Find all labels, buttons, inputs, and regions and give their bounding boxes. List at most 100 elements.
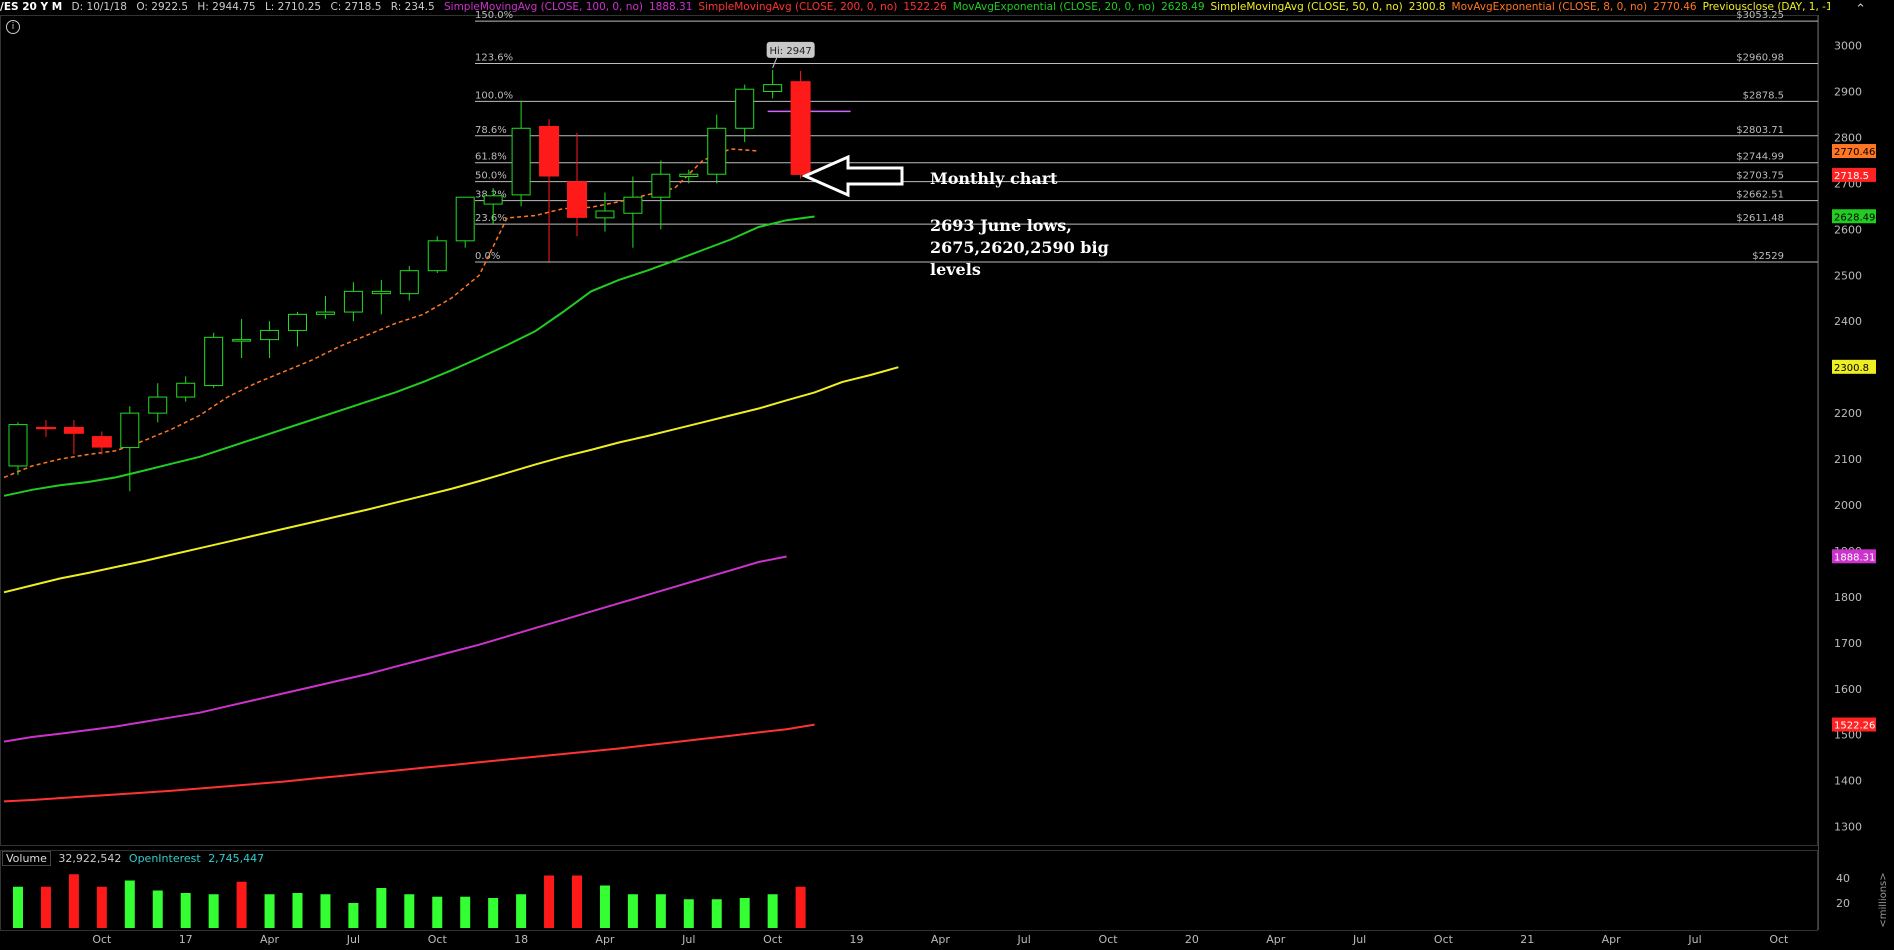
volume-bar — [13, 886, 23, 928]
volume-bar — [236, 881, 247, 928]
candle-body — [8, 424, 28, 467]
x-tick-label: 19 — [850, 933, 864, 946]
volume-bar — [711, 899, 722, 928]
volume-bar — [152, 890, 163, 928]
x-tick-label: Oct — [1769, 933, 1789, 946]
volume-bar — [432, 896, 443, 928]
price-panel-frame — [0, 15, 1818, 846]
candle-body — [288, 313, 307, 331]
y-tick-label: 2000 — [1834, 499, 1862, 512]
volume-label: Volume — [2, 851, 51, 866]
candle-body — [623, 196, 643, 214]
fib-percent-label: 61.8% — [475, 152, 507, 163]
candle-body — [651, 173, 671, 198]
y-tick-label: 1400 — [1834, 775, 1862, 788]
y-tick-label: 1300 — [1834, 821, 1862, 834]
x-tick-label: Apr — [595, 933, 615, 946]
volume-bar — [683, 899, 694, 928]
fib-price-label: $2744.99 — [1736, 152, 1784, 163]
volume-bar — [544, 875, 555, 928]
open-interest-label: OpenInterest — [128, 852, 201, 865]
candle-body — [371, 290, 391, 295]
fib-percent-label: 123.6% — [475, 52, 513, 63]
fib-percent-label: 150.0% — [475, 10, 513, 21]
y-tick-label: 1700 — [1834, 637, 1862, 650]
volume-bar — [96, 886, 107, 928]
price-tag-label: 2628.49 — [1834, 212, 1875, 223]
fib-percent-label: 78.6% — [475, 125, 507, 136]
volume-bar — [68, 874, 79, 928]
high-label: Hi: 2947 — [770, 46, 812, 57]
volume-bar — [655, 894, 666, 928]
x-tick-label: Apr — [260, 933, 280, 946]
y-tick-label: 3000 — [1834, 40, 1862, 53]
candle-body — [735, 88, 755, 129]
volume-bar — [627, 894, 638, 928]
candle-body — [91, 436, 112, 448]
candle-body — [343, 290, 363, 313]
y-tick-label: 2900 — [1834, 86, 1862, 99]
candle-body — [176, 382, 196, 398]
y-tick-label: 2800 — [1834, 131, 1862, 144]
price-tag-label: 1888.31 — [1834, 552, 1875, 563]
volume-bar — [599, 885, 610, 928]
fib-price-label: $2960.98 — [1736, 52, 1784, 63]
fib-price-label: $2878.5 — [1743, 90, 1784, 101]
volume-bar — [739, 898, 750, 928]
y-tick-label: 2100 — [1834, 453, 1862, 466]
x-tick-label: Apr — [1602, 933, 1622, 946]
x-tick-label: Jul — [346, 933, 360, 946]
x-tick-label: 20 — [1185, 933, 1199, 946]
fib-price-label: $2611.48 — [1736, 213, 1784, 224]
candle-body — [35, 426, 56, 430]
candle-body — [595, 210, 615, 219]
fib-price-label: $2662.51 — [1736, 190, 1784, 201]
moving-average-line — [3, 366, 899, 594]
x-tick-label: Jul — [1017, 933, 1031, 946]
price-tag-label: 2770.46 — [1834, 147, 1875, 158]
volume-unit-label: <millions> — [1878, 872, 1889, 927]
high-label-pointer — [772, 57, 778, 69]
levels-annotation-line: 2693 June lows, — [930, 216, 1072, 235]
candle-body — [120, 412, 140, 449]
fib-price-label: $2529 — [1752, 251, 1784, 262]
fib-percent-label: 50.0% — [475, 171, 507, 182]
candle-body — [483, 195, 503, 205]
x-tick-label: Oct — [763, 933, 783, 946]
y-tick-label: 1600 — [1834, 683, 1862, 696]
volume-bar — [795, 886, 806, 928]
x-tick-label: Jul — [1687, 933, 1701, 946]
volume-header: Volume 32,922,542 OpenInterest 2,745,447 — [2, 851, 268, 866]
x-tick-label: Apr — [931, 933, 951, 946]
x-tick-label: 17 — [179, 933, 193, 946]
x-tick-label: 18 — [514, 933, 528, 946]
y-tick-label: 1800 — [1834, 591, 1862, 604]
candle-body — [427, 240, 447, 272]
candle-body — [455, 196, 475, 242]
candle-body — [679, 173, 699, 178]
candle-body — [232, 339, 252, 342]
levels-annotation-line: levels — [930, 260, 981, 279]
volume-bar — [180, 893, 191, 928]
monthly-chart-annotation: Monthly chart — [930, 169, 1058, 188]
candle-body — [567, 181, 587, 218]
fib-price-label: $2703.75 — [1736, 171, 1784, 182]
x-tick-label: 21 — [1520, 933, 1534, 946]
candle-body — [707, 127, 727, 175]
y-tick-label: 2600 — [1834, 223, 1862, 236]
volume-bar — [292, 893, 303, 928]
moving-average-line — [3, 215, 815, 497]
volume-value: 32,922,542 — [58, 852, 122, 865]
volume-bar — [264, 894, 275, 928]
volume-bar — [40, 886, 51, 928]
volume-bar — [767, 894, 778, 928]
candle-body — [204, 336, 224, 387]
price-chart[interactable]: 1300140015001600170018001900200021002200… — [0, 0, 1894, 950]
fib-percent-label: 23.6% — [475, 213, 507, 224]
x-tick-label: Oct — [1099, 933, 1119, 946]
y-tick-label: 2200 — [1834, 407, 1862, 420]
x-tick-label: Jul — [681, 933, 695, 946]
fib-percent-label: 100.0% — [475, 90, 513, 101]
candle-body — [763, 84, 783, 93]
candle-body — [148, 396, 168, 414]
